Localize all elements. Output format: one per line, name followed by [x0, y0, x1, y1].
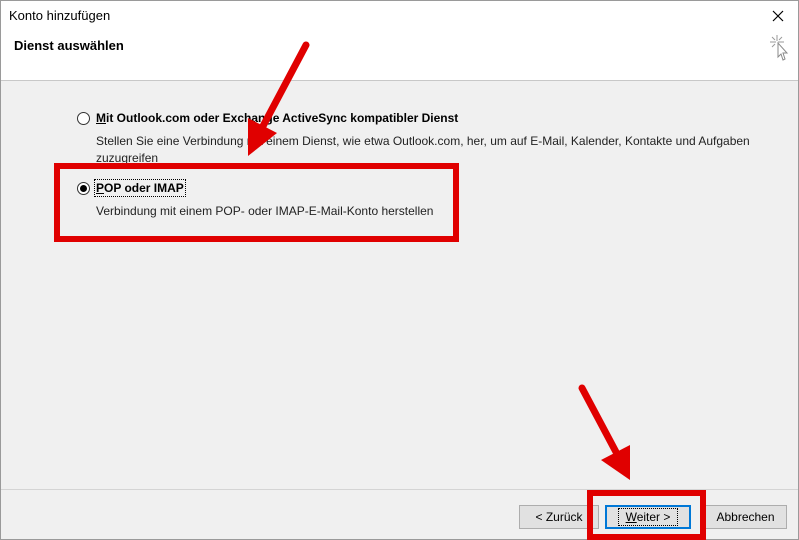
wizard-header: Dienst auswählen [1, 31, 798, 81]
radio-outlook-activesync[interactable] [77, 112, 90, 125]
option-pop-imap-description-line1: Verbindung mit einem POP- oder IMAP-E-Ma… [96, 204, 434, 218]
page-title: Dienst auswählen [14, 38, 124, 53]
add-account-dialog: Konto hinzufügen Dienst auswählen Mit Ou… [0, 0, 799, 540]
close-icon [772, 10, 784, 22]
cancel-button[interactable]: Abbrechen [704, 505, 787, 529]
option-pop-imap-label[interactable]: POP oder IMAP [94, 179, 186, 197]
next-button-accel: W [625, 510, 637, 524]
footer-separator [1, 489, 798, 490]
option-outlook-description-line2: zuzugreifen [96, 151, 159, 165]
radio-pop-imap[interactable] [77, 182, 90, 195]
back-button-label: < Zurück [535, 510, 583, 524]
next-button-label: Weiter > [617, 508, 679, 526]
next-button[interactable]: Weiter > [605, 505, 691, 529]
wizard-sparkle-icon [770, 35, 789, 61]
title-bar: Konto hinzufügen [1, 1, 798, 31]
close-button[interactable] [764, 4, 792, 28]
option-pop-imap-description: Verbindung mit einem POP- oder IMAP-E-Ma… [96, 203, 596, 220]
back-button[interactable]: < Zurück [519, 505, 599, 529]
option-outlook-description: Stellen Sie eine Verbindung mit einem Di… [96, 133, 776, 167]
next-button-rest: eiter > [636, 510, 671, 524]
cancel-button-label: Abbrechen [716, 510, 775, 524]
window-title: Konto hinzufügen [9, 8, 111, 23]
option-outlook-label[interactable]: Mit Outlook.com oder Exchange ActiveSync… [96, 111, 458, 125]
option-outlook-description-line1: Stellen Sie eine Verbindung mit einem Di… [96, 134, 750, 148]
